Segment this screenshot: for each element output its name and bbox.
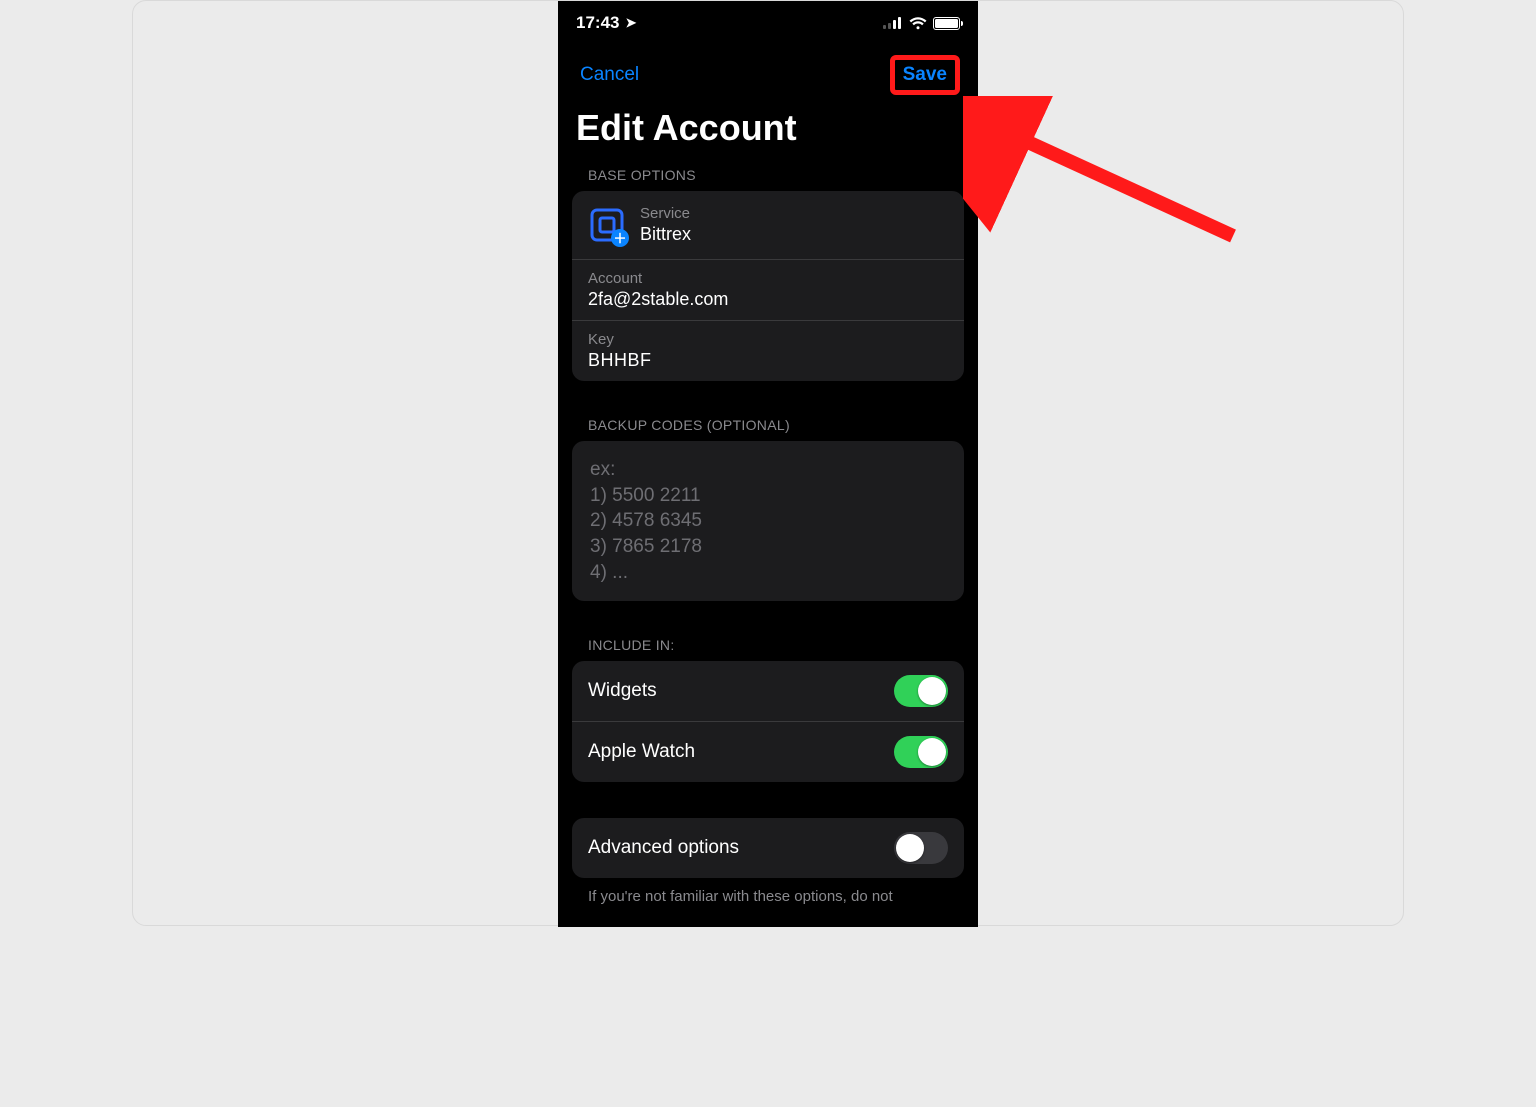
section-base-options-label: BASE OPTIONS <box>558 167 978 191</box>
include-in-card: Widgets Apple Watch <box>572 661 964 782</box>
advanced-options-row: Advanced options <box>572 818 964 878</box>
key-field-value: BHHBF <box>588 350 948 371</box>
advanced-options-label: Advanced options <box>588 837 739 859</box>
base-options-card: ＋ Service Bittrex Account 2fa@2stable.co… <box>572 191 964 381</box>
add-service-badge-icon: ＋ <box>611 229 629 247</box>
service-field-value: Bittrex <box>640 224 691 245</box>
service-icon: ＋ <box>588 206 626 244</box>
save-button[interactable]: Save <box>899 62 951 88</box>
location-icon: ➤ <box>625 15 636 31</box>
advanced-options-note: If you're not familiar with these option… <box>558 878 978 905</box>
wifi-icon <box>909 17 927 30</box>
key-row[interactable]: Key BHHBF <box>572 321 964 381</box>
widgets-toggle[interactable] <box>894 675 948 707</box>
apple-watch-row: Apple Watch <box>572 722 964 782</box>
page-title: Edit Account <box>558 99 978 167</box>
save-highlight-box: Save <box>890 55 960 95</box>
widgets-row: Widgets <box>572 661 964 722</box>
status-time: 17:43 <box>576 13 619 33</box>
battery-icon <box>933 17 960 30</box>
status-bar: 17:43 ➤ <box>558 1 978 45</box>
account-field-label: Account <box>588 270 948 287</box>
apple-watch-toggle[interactable] <box>894 736 948 768</box>
cellular-signal-icon <box>883 17 903 29</box>
service-field-label: Service <box>640 205 691 222</box>
screenshot-canvas: 17:43 ➤ <box>132 0 1404 926</box>
account-row[interactable]: Account 2fa@2stable.com <box>572 260 964 321</box>
account-field-value: 2fa@2stable.com <box>588 289 948 310</box>
key-field-label: Key <box>588 331 948 348</box>
backup-codes-input[interactable]: ex: 1) 5500 2211 2) 4578 6345 3) 7865 21… <box>572 441 964 601</box>
apple-watch-label: Apple Watch <box>588 741 695 763</box>
nav-bar: Cancel Save <box>558 45 978 99</box>
advanced-options-toggle[interactable] <box>894 832 948 864</box>
section-include-in-label: INCLUDE IN: <box>558 637 978 661</box>
service-row[interactable]: ＋ Service Bittrex <box>572 191 964 260</box>
annotation-arrow-icon <box>963 96 1253 256</box>
advanced-card: Advanced options <box>572 818 964 878</box>
section-backup-codes-label: BACKUP CODES (OPTIONAL) <box>558 417 978 441</box>
cancel-button[interactable]: Cancel <box>576 62 643 88</box>
widgets-label: Widgets <box>588 680 657 702</box>
phone-frame: 17:43 ➤ <box>558 1 978 927</box>
